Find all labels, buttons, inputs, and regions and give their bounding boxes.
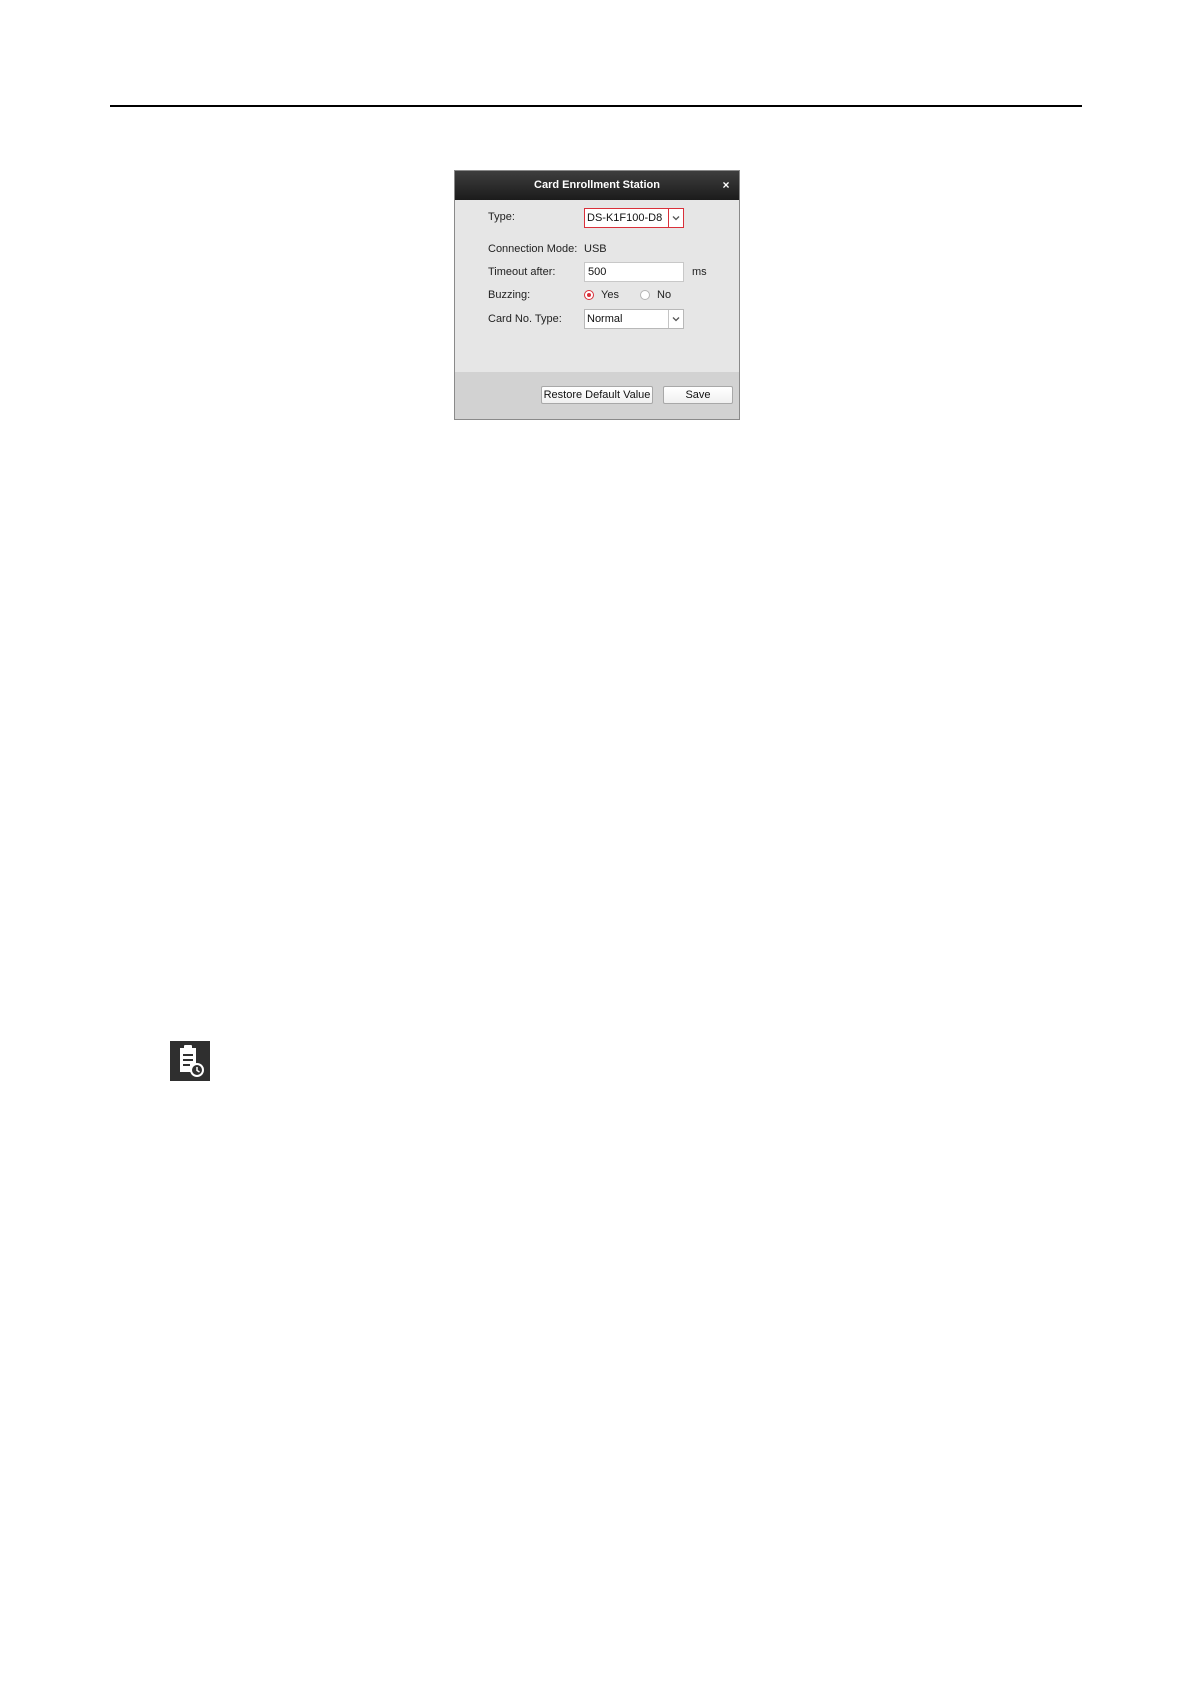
timeout-input[interactable] (584, 262, 684, 282)
page-header-rule (110, 105, 1082, 107)
chevron-down-icon[interactable] (668, 209, 683, 227)
timeout-unit: ms (692, 266, 707, 278)
buzzing-no-label: No (657, 289, 672, 301)
buzzing-yes-label: Yes (601, 289, 619, 301)
radio-unchecked-icon (640, 290, 650, 300)
card-no-type-value: Normal (587, 313, 623, 325)
type-label: Type: (488, 211, 515, 223)
radio-checked-icon (584, 290, 594, 300)
dialog-title: Card Enrollment Station (534, 179, 660, 191)
type-select[interactable]: DS-K1F100-D8 (584, 208, 684, 228)
card-no-type-select[interactable]: Normal (584, 309, 684, 329)
card-no-type-label: Card No. Type: (488, 313, 562, 325)
timeout-label: Timeout after: (488, 266, 556, 278)
dialog-footer: Restore Default Value Save (455, 372, 739, 419)
dialog-titlebar: Card Enrollment Station (455, 171, 739, 200)
note-clipboard-clock-icon (170, 1041, 210, 1081)
chevron-down-icon[interactable] (668, 310, 683, 328)
buzzing-label: Buzzing: (488, 289, 531, 301)
restore-default-button[interactable]: Restore Default Value (541, 386, 653, 404)
type-select-value: DS-K1F100-D8 (587, 212, 663, 224)
save-button[interactable]: Save (663, 386, 733, 404)
buzzing-yes-radio[interactable]: Yes (584, 288, 619, 302)
card-enrollment-station-dialog: Card Enrollment Station × Type: DS-K1F10… (454, 170, 740, 420)
buzzing-no-radio[interactable]: No (640, 288, 671, 302)
connection-mode-value: USB (584, 243, 607, 255)
connection-mode-label: Connection Mode: (488, 243, 578, 255)
close-icon[interactable]: × (719, 171, 733, 200)
